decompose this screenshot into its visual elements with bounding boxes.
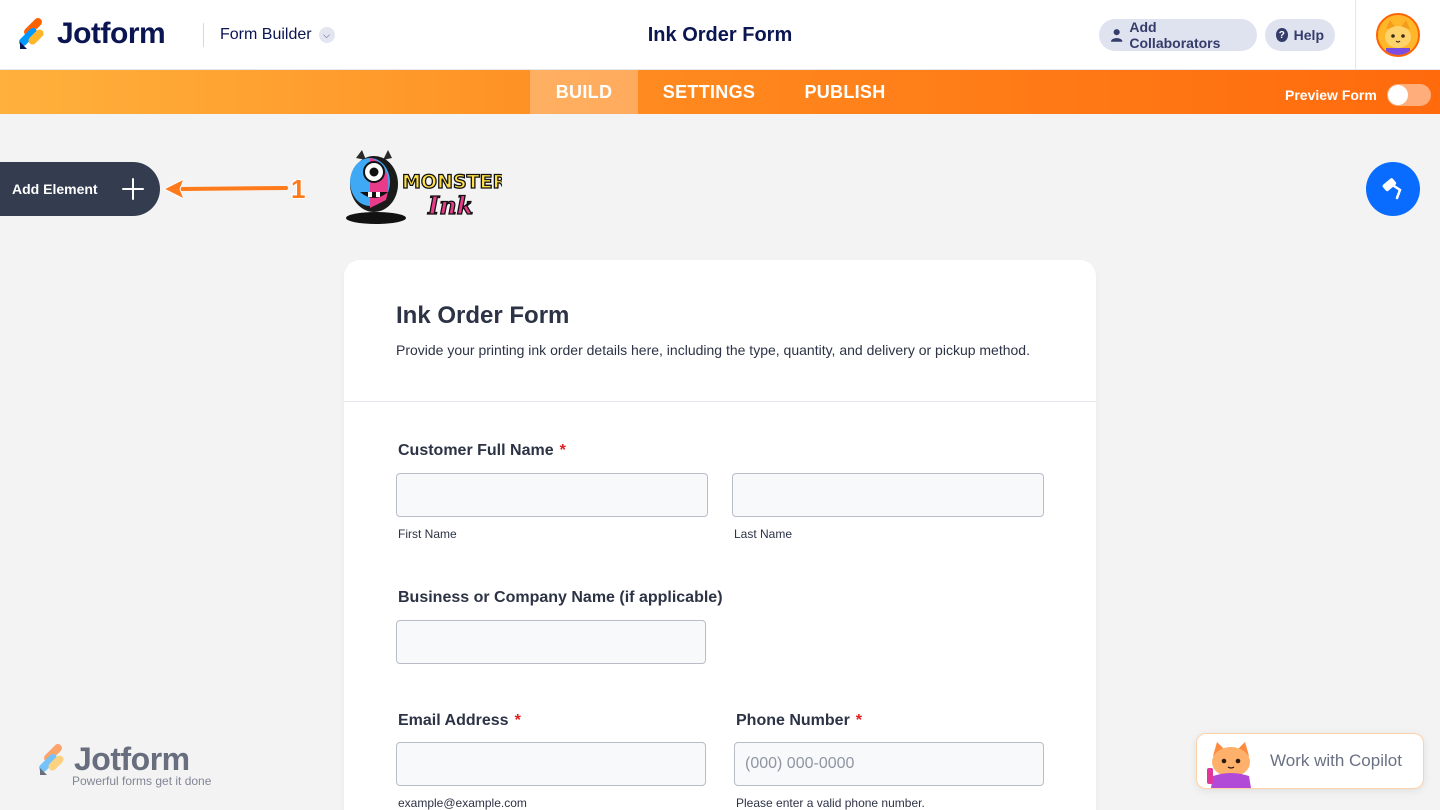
last-name-field[interactable] xyxy=(732,473,1044,517)
form-description: Provide your printing ink order details … xyxy=(396,342,1030,358)
email-field[interactable] xyxy=(396,742,706,786)
add-element-button[interactable]: Add Element xyxy=(0,162,160,216)
chevron-down-icon: ⌵ xyxy=(318,27,335,43)
jotform-watermark-icon xyxy=(39,744,64,775)
tab-publish[interactable]: PUBLISH xyxy=(796,70,894,114)
jotform-logo-text: Jotform xyxy=(57,17,166,50)
cat-avatar-icon xyxy=(1378,15,1418,55)
jotform-watermark: Jotform Powerful forms get it done xyxy=(38,741,211,788)
first-name-sublabel: First Name xyxy=(398,527,457,541)
copilot-button[interactable]: Work with Copilot xyxy=(1196,733,1424,789)
preview-form-toggle[interactable]: Preview Form xyxy=(1285,84,1431,106)
divider xyxy=(1355,0,1356,70)
form-card: Ink Order Form Provide your printing ink… xyxy=(344,260,1096,810)
watermark-logo-text: Jotform xyxy=(74,741,190,777)
watermark-tagline: Powerful forms get it done xyxy=(72,774,212,788)
preview-form-label: Preview Form xyxy=(1285,87,1377,103)
top-bar: Jotform Form Builder ⌵ Ink Order Form Ad… xyxy=(0,0,1440,70)
form-header[interactable]: Ink Order Form Provide your printing ink… xyxy=(344,260,1096,402)
phone-label[interactable]: Phone Number * xyxy=(736,712,862,730)
tab-build[interactable]: BUILD xyxy=(530,70,638,114)
email-label-text: Email Address xyxy=(398,712,509,729)
phone-sublabel: Please enter a valid phone number. xyxy=(736,796,925,810)
builder-nav: BUILD SETTINGS PUBLISH Preview Form xyxy=(0,70,1440,114)
first-name-field[interactable] xyxy=(396,473,708,517)
annotation-arrow-icon xyxy=(162,177,288,201)
page-title[interactable]: Ink Order Form xyxy=(648,24,792,46)
form-title: Ink Order Form xyxy=(396,302,570,329)
last-name-sublabel: Last Name xyxy=(734,527,793,541)
monsters-ink-logo: MONSTERS Ink xyxy=(346,150,502,224)
tab-build-label: BUILD xyxy=(555,81,613,102)
form-builder-dropdown[interactable]: Form Builder ⌵ xyxy=(220,26,335,44)
email-sublabel: example@example.com xyxy=(398,796,527,810)
annotation-number: 1 xyxy=(291,174,306,204)
copilot-label: Work with Copilot xyxy=(1270,751,1402,770)
divider xyxy=(203,23,204,47)
copilot-cat-icon xyxy=(1207,742,1251,788)
required-mark: * xyxy=(855,712,863,729)
paint-roller-icon xyxy=(1382,178,1402,200)
help-label: Help xyxy=(1293,27,1324,43)
phone-field[interactable]: (000) 000-0000 xyxy=(734,742,1044,786)
avatar[interactable] xyxy=(1376,13,1420,57)
email-label[interactable]: Email Address * xyxy=(398,712,521,730)
plus-icon xyxy=(122,178,144,200)
tab-settings-label: SETTINGS xyxy=(662,81,756,102)
add-element-label: Add Element xyxy=(12,181,98,197)
jotform-logo[interactable]: Jotform xyxy=(18,17,166,51)
company-field[interactable] xyxy=(396,620,706,664)
tab-publish-label: PUBLISH xyxy=(804,81,886,102)
required-mark: * xyxy=(559,442,566,459)
form-builder-label: Form Builder xyxy=(220,26,312,43)
brand-logo-line2: Ink xyxy=(427,191,473,220)
jotform-logo-icon xyxy=(19,18,44,49)
phone-label-text: Phone Number xyxy=(736,712,850,729)
company-label[interactable]: Business or Company Name (if applicable) xyxy=(398,589,723,607)
help-button[interactable]: ? Help xyxy=(1265,19,1335,51)
form-designer-button[interactable] xyxy=(1366,162,1420,216)
full-name-label[interactable]: Customer Full Name * xyxy=(398,442,566,460)
add-collaborators-label: Add Collaborators xyxy=(1129,19,1221,51)
tab-settings[interactable]: SETTINGS xyxy=(652,70,766,114)
add-collaborators-button[interactable]: Add Collaborators xyxy=(1099,19,1257,51)
required-mark: * xyxy=(514,712,521,729)
question-icon: ? xyxy=(1276,28,1288,42)
user-icon xyxy=(1110,29,1123,42)
full-name-label-text: Customer Full Name xyxy=(398,442,554,459)
brand-logo-line1: MONSTERS xyxy=(402,171,502,193)
toggle-switch[interactable] xyxy=(1386,84,1431,106)
